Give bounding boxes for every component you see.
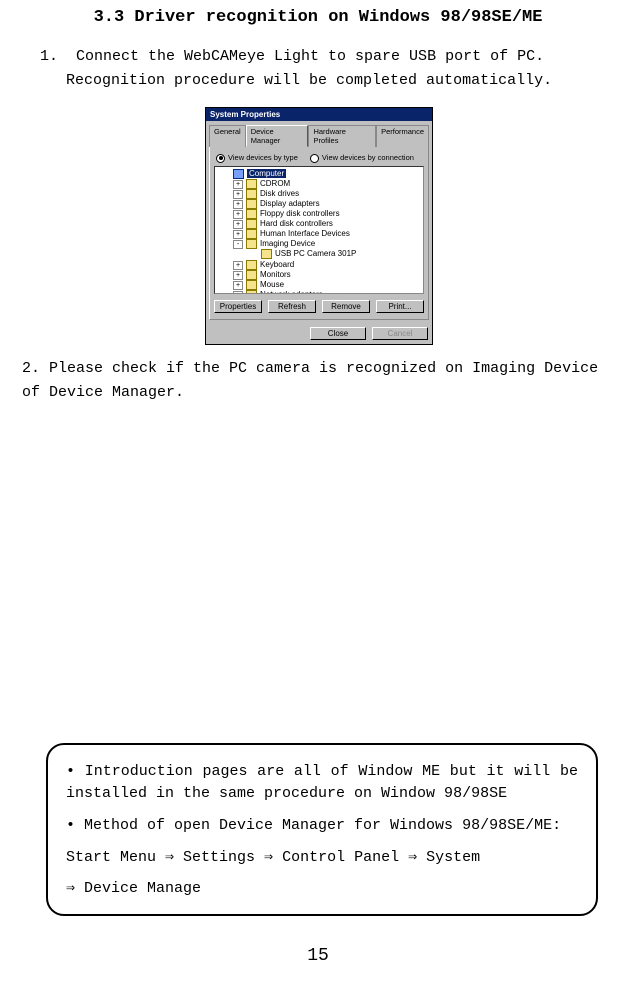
step-1-line2: Recognition procedure will be completed … — [66, 69, 604, 93]
tree-node-label: USB PC Camera 301P — [275, 250, 356, 259]
tab-hardware-profiles[interactable]: Hardware Profiles — [308, 125, 376, 147]
tree-node[interactable]: + Mouse — [233, 280, 421, 290]
expand-icon[interactable]: + — [233, 180, 243, 189]
radio-by-type[interactable]: View devices by type — [216, 153, 298, 163]
step-2-line2: of Device Manager. — [22, 381, 614, 405]
cancel-button[interactable]: Cancel — [372, 327, 428, 340]
expand-icon[interactable]: + — [233, 261, 243, 270]
expand-icon[interactable]: + — [233, 271, 243, 280]
tree-node-label: CDROM — [260, 179, 290, 188]
properties-button[interactable]: Properties — [214, 300, 262, 313]
device-manager-screenshot: System Properties General Device Manager… — [205, 107, 431, 345]
tree-node-label: Imaging Device — [260, 239, 315, 248]
dialog-tabs: General Device Manager Hardware Profiles… — [206, 121, 432, 146]
device-icon — [246, 229, 257, 239]
tree-node[interactable]: + Keyboard — [233, 260, 421, 270]
tree-node[interactable]: + Hard disk controllers — [233, 219, 421, 229]
device-icon — [246, 239, 257, 249]
remove-button[interactable]: Remove — [322, 300, 370, 313]
tree-node[interactable]: USB PC Camera 301P — [249, 249, 421, 259]
tree-node-label: Floppy disk controllers — [260, 209, 340, 218]
step-2: 2. Please check if the PC camera is reco… — [22, 357, 614, 405]
dialog-titlebar: System Properties — [206, 108, 432, 121]
tree-node-label: Computer — [247, 169, 286, 178]
tree-node[interactable]: + CDROM — [233, 179, 421, 189]
note-path: Start Menu ⇒ Settings ⇒ Control Panel ⇒ … — [66, 847, 578, 869]
tree-node[interactable]: + Human Interface Devices — [233, 229, 421, 239]
device-icon — [246, 199, 257, 209]
close-row: Close Cancel — [206, 323, 432, 344]
step-1: 1. Connect the WebCAMeye Light to spare … — [40, 45, 604, 93]
expand-icon[interactable]: + — [233, 190, 243, 199]
tree-node[interactable]: - Imaging Device — [233, 239, 421, 249]
radio-dot-icon — [216, 154, 225, 163]
close-button[interactable]: Close — [310, 327, 366, 340]
expand-icon[interactable]: + — [233, 210, 243, 219]
device-icon — [246, 189, 257, 199]
step-2-line1: 2. Please check if the PC camera is reco… — [22, 360, 598, 377]
tree-node[interactable]: + Monitors — [233, 270, 421, 280]
device-icon — [246, 270, 257, 280]
tree-node-label: Keyboard — [260, 260, 294, 269]
device-icon — [246, 260, 257, 270]
print-button[interactable]: Print... — [376, 300, 424, 313]
device-tree[interactable]: Computer + CDROM + Disk drives + Display adapt… — [214, 166, 424, 294]
expand-icon[interactable]: - — [233, 240, 243, 249]
tree-node-label: Display adapters — [260, 199, 320, 208]
tab-performance[interactable]: Performance — [376, 125, 429, 147]
radio-by-connection[interactable]: View devices by connection — [310, 153, 414, 163]
tab-general[interactable]: General — [209, 125, 246, 147]
expand-icon[interactable]: + — [233, 220, 243, 229]
device-icon — [246, 219, 257, 229]
refresh-button[interactable]: Refresh — [268, 300, 316, 313]
note-bullet-1: • Introduction pages are all of Window M… — [66, 761, 578, 805]
tree-node[interactable]: + Floppy disk controllers — [233, 209, 421, 219]
tab-device-manager[interactable]: Device Manager — [246, 125, 309, 147]
radio-by-type-label: View devices by type — [228, 153, 298, 162]
tree-node-label: Mouse — [260, 280, 284, 289]
expand-icon[interactable]: + — [233, 200, 243, 209]
tree-node-label: Disk drives — [260, 189, 299, 198]
note-path-2: ⇒ Device Manage — [66, 878, 578, 900]
device-icon — [246, 179, 257, 189]
radio-by-connection-label: View devices by connection — [322, 153, 414, 162]
device-icon — [246, 280, 257, 290]
expand-icon[interactable]: + — [233, 230, 243, 239]
device-icon — [233, 169, 244, 179]
note-box: • Introduction pages are all of Window M… — [46, 743, 598, 916]
tree-node-label: Human Interface Devices — [260, 229, 350, 238]
tree-node[interactable]: + Disk drives — [233, 189, 421, 199]
tree-node-label: Hard disk controllers — [260, 219, 333, 228]
view-radios: View devices by type View devices by con… — [214, 151, 424, 166]
radio-dot-icon — [310, 154, 319, 163]
tree-node-label: Monitors — [260, 270, 291, 279]
action-button-row: Properties Refresh Remove Print... — [214, 294, 424, 315]
tree-node[interactable]: + Display adapters — [233, 199, 421, 209]
tree-node[interactable]: Computer — [221, 169, 421, 179]
device-icon — [246, 209, 257, 219]
note-bullet-2: • Method of open Device Manager for Wind… — [66, 815, 578, 837]
device-icon — [261, 249, 272, 259]
section-heading: 3.3 Driver recognition on Windows 98/98S… — [22, 8, 614, 27]
expand-icon[interactable]: + — [233, 281, 243, 290]
step-1-line1: 1. Connect the WebCAMeye Light to spare … — [40, 48, 544, 65]
page-number: 15 — [0, 946, 636, 966]
